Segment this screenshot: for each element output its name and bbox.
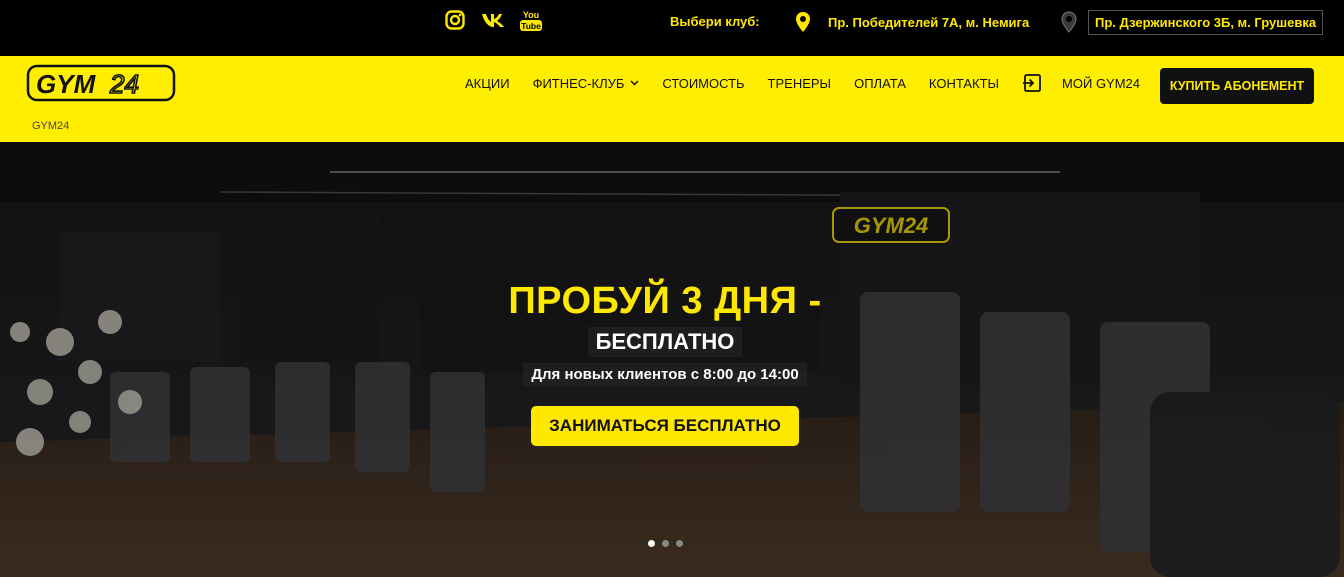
hero-content: ПРОБУЙ 3 ДНЯ - БЕСПЛАТНО Для новых клиен…	[484, 264, 846, 470]
hero-title-dash: -	[808, 280, 822, 322]
social-links: You Tube	[440, 4, 546, 36]
breadcrumb[interactable]: GYM24	[32, 120, 69, 132]
svg-text:24: 24	[109, 69, 139, 99]
club-option-nemiga[interactable]: Пр. Победителей 7А, м. Немига	[792, 9, 1035, 35]
top-bar: You Tube Выбери клуб: Пр. Победителей 7А,…	[0, 0, 1344, 50]
hero-note: Для новых клиентов с 8:00 до 14:00	[523, 363, 807, 386]
nav-payment[interactable]: ОПЛАТА	[849, 70, 911, 97]
chevron-down-icon	[630, 80, 639, 86]
slider-dots	[648, 540, 683, 547]
slider-dot[interactable]	[676, 540, 683, 547]
nav-fitness-club[interactable]: ФИТНЕС-КЛУБ	[528, 70, 645, 97]
svg-text:GYM: GYM	[36, 69, 97, 99]
login-icon[interactable]	[1017, 68, 1047, 98]
buy-membership-button[interactable]: КУПИТЬ АБОНЕМЕНТ	[1160, 68, 1314, 104]
slider-dot[interactable]	[648, 540, 655, 547]
hero-slider: GYM24 ПРОБУЙ 3 ДНЯ - БЕСПЛАТНО Для новых…	[0, 142, 1344, 577]
nav-trainers[interactable]: ТРЕНЕРЫ	[763, 70, 837, 97]
free-trial-button[interactable]: ЗАНИМАТЬСЯ БЕСПЛАТНО	[531, 406, 799, 446]
svg-text:You: You	[523, 10, 539, 20]
club-option-grushevka[interactable]: Пр. Дзержинского 3Б, м. Грушевка	[1058, 9, 1324, 35]
youtube-icon[interactable]: You Tube	[516, 4, 546, 36]
club-select-label: Выбери клуб:	[670, 14, 760, 29]
location-pin-icon	[792, 9, 814, 35]
hero-title-text: ПРОБУЙ 3 ДНЯ	[508, 280, 798, 322]
instagram-icon[interactable]	[440, 4, 470, 36]
main-header: GYM 24 АКЦИИ ФИТНЕС-КЛУБ СТОИМОСТЬ ТРЕНЕ…	[0, 56, 1344, 142]
nav-contacts[interactable]: КОНТАКТЫ	[924, 70, 1004, 97]
club-address-grushevka[interactable]: Пр. Дзержинского 3Б, м. Грушевка	[1088, 9, 1324, 35]
slider-dot[interactable]	[662, 540, 669, 547]
vk-icon[interactable]	[478, 4, 508, 36]
cta-wrapper: ЗАНИМАТЬСЯ БЕСПЛАТНО	[514, 398, 816, 454]
hero-title: ПРОБУЙ 3 ДНЯ -	[484, 280, 846, 323]
svg-text:Tube: Tube	[521, 21, 541, 31]
nav-promotions[interactable]: АКЦИИ	[460, 70, 515, 97]
club-address-nemiga[interactable]: Пр. Победителей 7А, м. Немига	[822, 11, 1035, 34]
nav-fitness-club-label: ФИТНЕС-КЛУБ	[532, 75, 625, 91]
hero-subtitle: БЕСПЛАТНО	[587, 327, 743, 357]
nav-my-gym24[interactable]: МОЙ GYM24	[1057, 70, 1145, 97]
gym24-logo[interactable]: GYM 24	[26, 62, 186, 104]
nav-pricing[interactable]: СТОИМОСТЬ	[657, 70, 749, 97]
main-nav: АКЦИИ ФИТНЕС-КЛУБ СТОИМОСТЬ ТРЕНЕРЫ ОПЛА…	[460, 68, 1158, 98]
location-pin-icon	[1058, 9, 1080, 35]
